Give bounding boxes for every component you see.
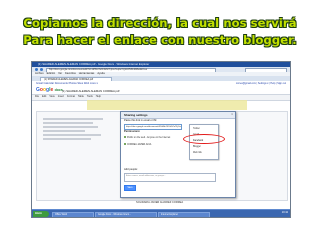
notification-strip	[87, 100, 247, 110]
docs-menu-file[interactable]: File	[35, 95, 39, 99]
google-docs-logo[interactable]: Google docs	[36, 88, 63, 93]
permission-row[interactable]: Public on the web - Anyone on the Intern…	[124, 136, 170, 139]
highlight-oval	[183, 134, 225, 144]
sharing-settings-dialog: Sharing settings × Paste this link in em…	[120, 111, 236, 198]
caption-line-2: Para hacer el enlace con nuestro blogger…	[23, 33, 297, 47]
docs-menu-view[interactable]: View	[49, 95, 54, 99]
taskbar-item-label: Office Word	[55, 213, 68, 216]
taskbar-item[interactable]: Internet Explorer	[158, 211, 210, 217]
start-label: Inicio	[35, 211, 42, 215]
paste-link-label: Paste this link in email or IM:	[124, 119, 158, 122]
text-line	[43, 138, 91, 140]
text-line	[43, 134, 101, 136]
permission-row[interactable]: CORREA JAVIER ALVA	[124, 143, 151, 146]
user-icon	[124, 143, 126, 145]
permission-text: CORREA JAVIER ALVA	[127, 144, 152, 146]
document-title[interactable]: (1) SHARED ALEMEN ALEMAN CORREA pdf	[62, 89, 119, 93]
docs-header: Google docs (1) SHARED ALEMEN ALEMAN COR…	[32, 87, 290, 94]
text-line	[43, 122, 93, 124]
add-people-label: Add people:	[124, 168, 138, 171]
docs-menu-tools[interactable]: Tools	[87, 95, 93, 99]
caption-line-1: Copiamos la dirección, la cual nos servi…	[23, 16, 297, 30]
docs-menu-help[interactable]: Help	[96, 95, 101, 99]
taskbar-item[interactable]: Google Docs - Windows Intern...	[95, 211, 157, 217]
share-option-web-link[interactable]: Web link	[193, 152, 202, 154]
forward-icon[interactable]	[40, 68, 43, 71]
dialog-close-icon[interactable]: ×	[231, 113, 233, 116]
share-option-blogger[interactable]: Blogger	[193, 146, 201, 148]
taskbar-item-label: Google Docs - Windows Intern...	[98, 213, 132, 216]
dialog-header: Sharing settings ×	[121, 112, 235, 119]
windows-taskbar: Inicio Office Word Google Docs - Windows…	[32, 209, 290, 217]
share-option-twitter[interactable]: Twitter	[193, 128, 200, 130]
add-people-input[interactable]: Enter names, email addresses, or groups.…	[124, 173, 216, 182]
docs-menu-format[interactable]: Format	[67, 95, 75, 99]
google-docs-page: Gmail Calendar Documents Photos Sites We…	[32, 81, 290, 209]
account-links[interactable]: correo@gmail.com | Settings ▾ | Help | S…	[236, 82, 286, 85]
text-line	[43, 126, 98, 128]
save-button[interactable]: Save	[124, 185, 136, 191]
google-top-links[interactable]: Gmail Calendar Documents Photos Sites We…	[36, 82, 98, 86]
text-line	[43, 130, 85, 132]
permissions-label: Permissions:	[124, 130, 141, 133]
browser-screenshot: (1) SHARED ALEMEN ALEMAN CORREA pdf - Go…	[31, 61, 291, 218]
url-text: http://docs.google.com/document/edit?id=…	[49, 69, 148, 71]
document-footer-label: SOLIDARIA JAVIER ALVAREZ CORREA	[136, 201, 184, 204]
docs-menu-insert[interactable]: Insert	[58, 95, 64, 99]
docs-menu-edit[interactable]: Edit	[42, 95, 46, 99]
permission-text: Public on the web - Anyone on the Intern…	[127, 137, 171, 139]
window-title: (1) SHARED ALEMEN ALEMAN CORREA pdf - Go…	[38, 62, 150, 66]
start-button[interactable]: Inicio	[33, 211, 49, 217]
share-link-value: https://docs.google.com/document/d/1tHBn…	[126, 125, 181, 128]
globe-icon	[124, 136, 126, 138]
dialog-title: Sharing settings	[124, 112, 148, 117]
docs-menu-table[interactable]: Table	[78, 95, 84, 99]
system-clock: 10:42	[281, 211, 288, 214]
taskbar-item-label: Internet Explorer	[161, 213, 178, 216]
add-people-placeholder: Enter names, email addresses, or groups.…	[126, 175, 166, 177]
back-icon[interactable]	[35, 68, 38, 71]
text-line	[43, 118, 103, 120]
taskbar-item[interactable]: Office Word	[52, 211, 94, 217]
